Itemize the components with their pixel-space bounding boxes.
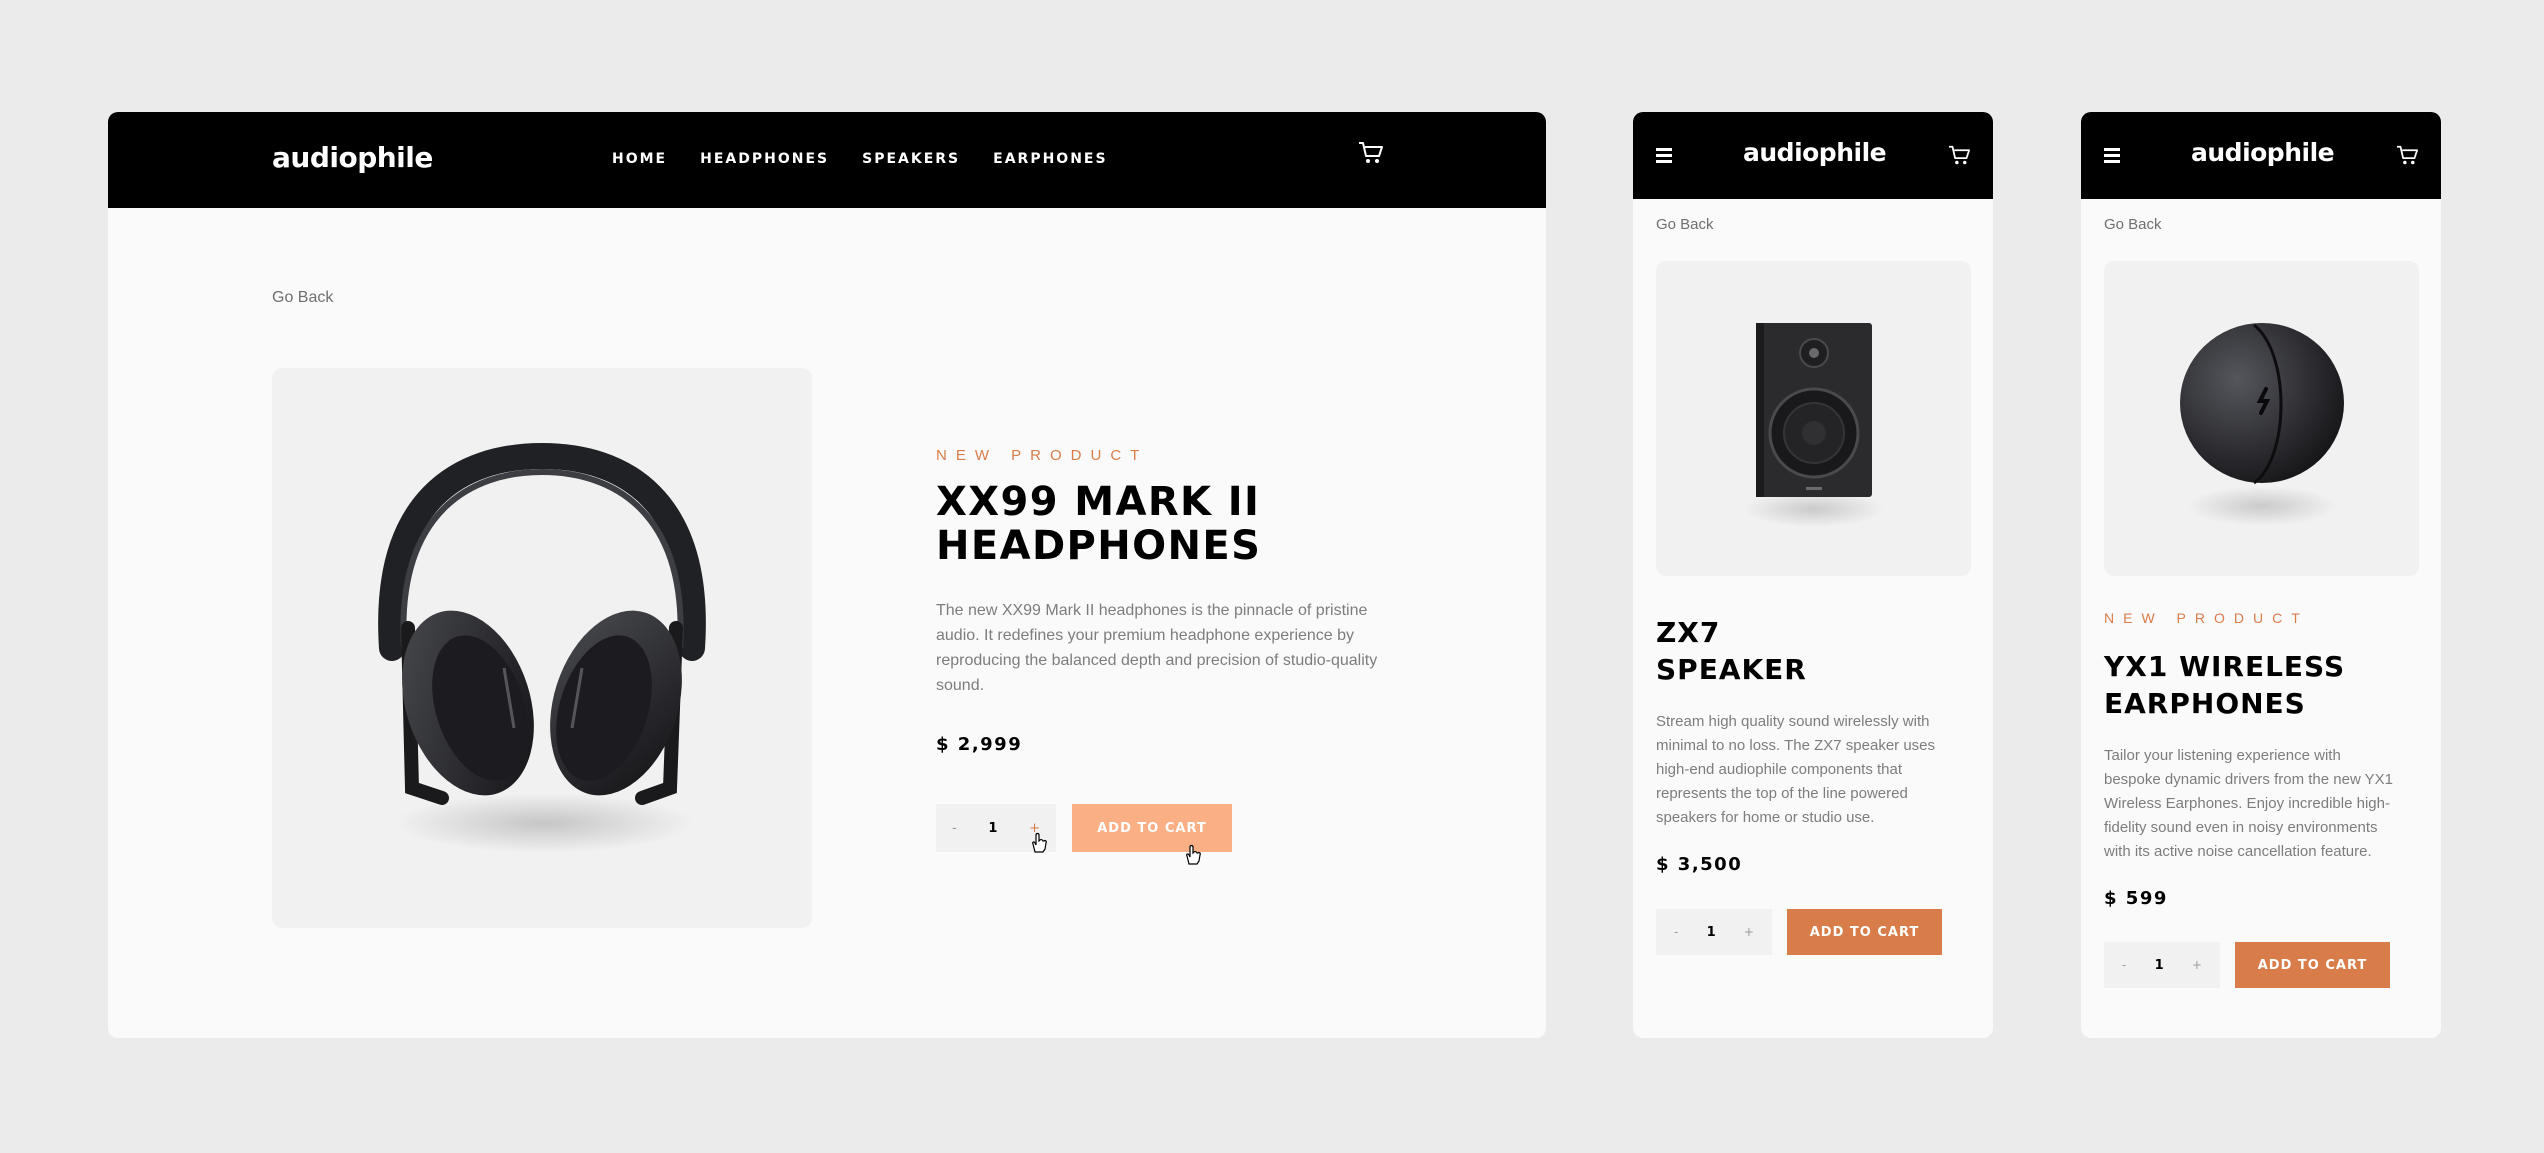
logo[interactable]: audiophile <box>272 141 433 174</box>
hand-pointer-icon <box>1184 844 1202 866</box>
quantity-value: 1 <box>2154 957 2164 973</box>
desktop-header: audiophile HOME HEADPHONES SPEAKERS EARP… <box>108 112 1546 208</box>
cart-icon[interactable] <box>1358 141 1384 165</box>
nav-home[interactable]: HOME <box>612 151 667 167</box>
product-price: $ 3,500 <box>1656 854 1743 875</box>
logo[interactable]: audiophile <box>2191 138 2335 167</box>
product-title-line-1: ZX7 <box>1656 616 1721 649</box>
quantity-value: 1 <box>1706 924 1716 940</box>
go-back-link[interactable]: Go Back <box>272 289 333 307</box>
product-title-line-2: HEADPHONES <box>936 523 1262 569</box>
quantity-decrease-button[interactable]: - <box>952 821 957 836</box>
new-product-overline: NEW PRODUCT <box>936 447 1149 464</box>
product-price: $ 2,999 <box>936 734 1023 755</box>
product-image-headphones <box>272 368 812 928</box>
nav-headphones[interactable]: HEADPHONES <box>700 151 829 167</box>
add-to-cart-button[interactable]: ADD TO CART <box>1787 909 1942 955</box>
product-description: The new XX99 Mark II headphones is the p… <box>936 602 1378 694</box>
product-image-speaker <box>1656 261 1971 576</box>
logo[interactable]: audiophile <box>1743 138 1887 167</box>
product-title: ZX7 SPEAKER <box>1656 614 1807 688</box>
hamburger-icon[interactable] <box>2104 148 2120 163</box>
quantity-stepper: - 1 + <box>2104 942 2220 988</box>
mobile-header: audiophile <box>1633 112 1993 199</box>
go-back-link[interactable]: Go Back <box>2104 216 2162 233</box>
product-title: XX99 MARK II HEADPHONES <box>936 480 1261 568</box>
cart-icon[interactable] <box>2396 145 2419 166</box>
product-description: Tailor your listening experience with be… <box>2104 747 2394 860</box>
main-nav: HOME HEADPHONES SPEAKERS EARPHONES <box>612 151 1108 167</box>
mobile-speaker-page: audiophile Go Back ZX7 SPEAKER Stream hi… <box>1633 112 1993 1038</box>
nav-earphones[interactable]: EARPHONES <box>993 151 1107 167</box>
product-title-line-1: XX99 MARK II <box>936 479 1261 525</box>
cart-icon[interactable] <box>1948 145 1971 166</box>
quantity-increase-button[interactable]: + <box>2192 958 2202 972</box>
new-product-overline: NEW PRODUCT <box>2104 610 2309 626</box>
desktop-product-page: audiophile HOME HEADPHONES SPEAKERS EARP… <box>108 112 1546 1038</box>
add-to-cart-button[interactable]: ADD TO CART <box>2235 942 2390 988</box>
hamburger-icon[interactable] <box>1656 148 1672 163</box>
go-back-link[interactable]: Go Back <box>1656 216 1714 233</box>
quantity-value: 1 <box>988 820 998 836</box>
product-title: YX1 WIRELESS EARPHONES <box>2104 648 2345 722</box>
mobile-earphones-page: audiophile Go Back NEW PRODUCT YX1 WIREL… <box>2081 112 2441 1038</box>
product-image-earphones <box>2104 261 2419 576</box>
nav-speakers[interactable]: SPEAKERS <box>862 151 960 167</box>
product-title-line-2: SPEAKER <box>1656 653 1807 686</box>
hand-pointer-icon <box>1030 832 1048 854</box>
quantity-stepper: - 1 + <box>1656 909 1772 955</box>
product-title-line-2: EARPHONES <box>2104 687 2306 720</box>
product-title-line-1: YX1 WIRELESS <box>2104 650 2346 683</box>
product-description: Stream high quality sound wirelessly wit… <box>1656 713 1936 826</box>
quantity-increase-button[interactable]: + <box>1744 925 1754 939</box>
quantity-decrease-button[interactable]: - <box>2122 958 2126 972</box>
product-price: $ 599 <box>2104 888 2168 909</box>
add-to-cart-button[interactable]: ADD TO CART <box>1072 804 1232 852</box>
quantity-decrease-button[interactable]: - <box>1674 925 1678 939</box>
mobile-header: audiophile <box>2081 112 2441 199</box>
